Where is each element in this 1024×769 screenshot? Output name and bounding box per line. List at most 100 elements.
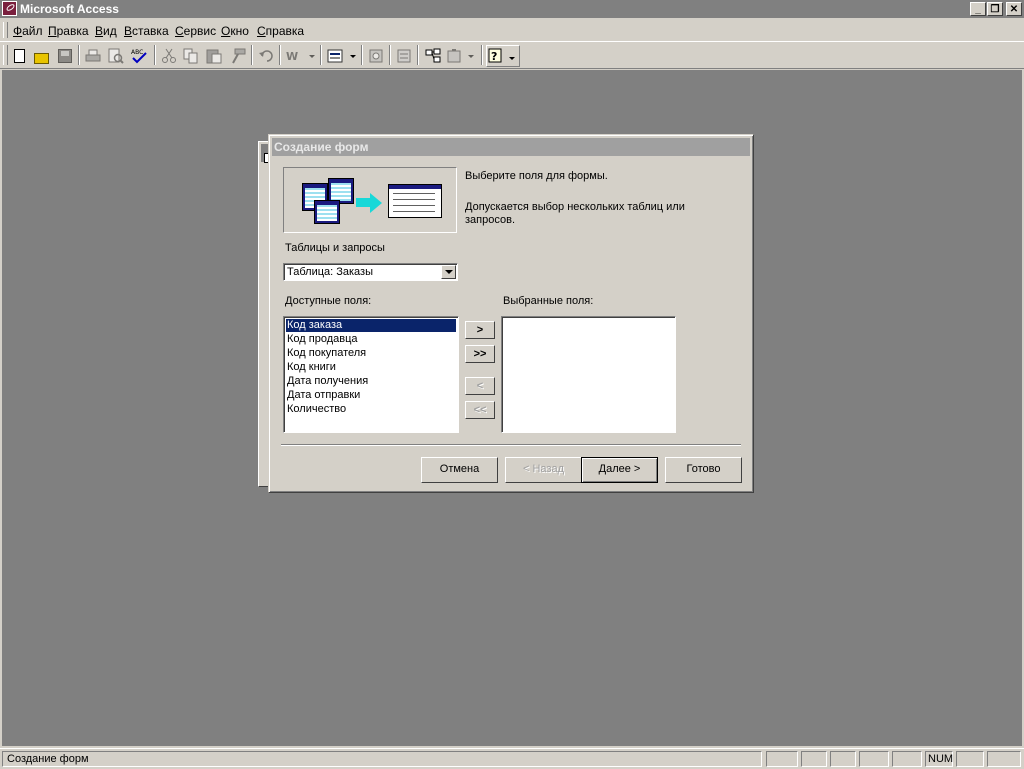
form-icon [388, 184, 442, 218]
menu-insert-label: ставка [132, 24, 169, 38]
menu-help[interactable]: Справка [257, 24, 304, 38]
status-panel [766, 751, 798, 767]
menu-tools-label: ервис [183, 24, 217, 38]
analyze-icon[interactable] [325, 45, 359, 67]
svg-text:ABC: ABC [131, 49, 143, 56]
menu-insert-accel: В [124, 24, 133, 38]
relationships-icon[interactable] [393, 45, 415, 67]
print-icon[interactable] [82, 45, 104, 67]
status-message: Создание форм [2, 751, 762, 767]
dialog-title-bar[interactable]: Создание форм [272, 138, 750, 156]
open-icon[interactable] [30, 45, 52, 67]
selected-fields-list[interactable] [501, 316, 676, 433]
save-icon[interactable] [54, 45, 76, 67]
toolbar-separator [78, 45, 80, 65]
format-painter-icon[interactable] [227, 45, 249, 67]
list-item[interactable]: Код книги [287, 361, 336, 374]
toolbar-separator [251, 45, 253, 65]
list-item[interactable]: Код заказа [286, 319, 456, 332]
menu-file-accel: Ф [13, 24, 23, 38]
help-icon[interactable]: ? [486, 45, 520, 67]
new-icon[interactable] [8, 45, 30, 67]
menu-view[interactable]: Вид [95, 24, 117, 38]
menu-window-label: кно [230, 24, 249, 38]
menu-insert[interactable]: Вставка [124, 24, 169, 38]
dialog-title: Создание форм [274, 140, 369, 154]
tables-combo-value: Таблица: Заказы [287, 266, 374, 278]
instruction-text: Выберите поля для формы. [465, 170, 608, 182]
back-button[interactable]: < Назад [505, 457, 582, 483]
arrow-head-icon [370, 193, 382, 213]
num-lock-indicator: NUM [925, 751, 953, 767]
tables-queries-combo[interactable]: Таблица: Заказы [283, 263, 458, 281]
menu-edit-label: равка [56, 24, 89, 38]
toolbar-separator [320, 45, 322, 65]
menu-tools[interactable]: Сервис [175, 24, 216, 38]
svg-text:W: W [286, 50, 298, 63]
list-item[interactable]: Код продавца [287, 333, 358, 346]
add-field-button[interactable]: > [465, 321, 495, 339]
remove-field-button[interactable]: < [465, 377, 495, 395]
status-bar: Создание форм NUM [0, 748, 1024, 769]
menu-edit-accel: П [48, 24, 57, 38]
menu-file-label: айл [22, 24, 43, 38]
form-wizard-dialog: Создание форм Выберите поля для формы. Д… [268, 134, 754, 493]
wizard-illustration [283, 167, 457, 233]
access-app-icon[interactable] [2, 1, 17, 16]
minimize-button[interactable]: _ [970, 2, 986, 16]
menu-view-accel: В [95, 24, 104, 38]
selected-fields-label: Выбранные поля: [503, 295, 594, 307]
status-panel [987, 751, 1021, 767]
available-fields-list[interactable]: Код заказа Код продавца Код покупателя К… [283, 316, 459, 433]
office-links-icon[interactable]: W [284, 45, 318, 67]
list-item[interactable]: Дата отправки [287, 389, 360, 402]
properties-icon[interactable] [365, 45, 387, 67]
available-fields-label: Доступные поля: [285, 295, 372, 307]
menu-edit[interactable]: Правка [48, 24, 89, 38]
new-object-icon[interactable] [445, 45, 479, 67]
restore-button[interactable]: ❐ [987, 2, 1003, 16]
combo-dropdown-arrow-icon[interactable] [441, 265, 456, 279]
list-item[interactable]: Количество [287, 403, 346, 416]
copy-icon[interactable] [180, 45, 202, 67]
print-preview-icon[interactable] [105, 45, 127, 67]
menu-view-label: ид [103, 24, 117, 38]
toolbar-separator [279, 45, 281, 65]
toolbar-separator [481, 45, 483, 65]
undo-icon[interactable] [255, 45, 277, 67]
menu-window-accel: О [221, 24, 231, 38]
table-icon [314, 200, 340, 224]
toolbar-separator [154, 45, 156, 65]
menu-help-label: правка [265, 24, 305, 38]
status-panel [801, 751, 827, 767]
remove-all-fields-button[interactable]: << [465, 401, 495, 419]
tables-label: Таблицы и запросы [285, 242, 385, 254]
menu-window[interactable]: Окно [221, 24, 249, 38]
database-toolbar: ABC W ? [0, 42, 1024, 69]
cancel-button[interactable]: Отмена [421, 457, 498, 483]
app-title-bar: Microsoft Access _ ❐ ✕ [0, 0, 1024, 18]
relationships-diagram-icon[interactable] [422, 45, 444, 67]
menu-file[interactable]: Файл [13, 24, 43, 38]
arrow-icon [356, 198, 370, 207]
toolbar-separator [389, 45, 391, 65]
menu-tools-accel: С [175, 24, 184, 38]
finish-button[interactable]: Готово [665, 457, 742, 483]
note-text: Допускается выбор нескольких таблиц или … [465, 201, 685, 226]
dialog-divider [281, 444, 741, 446]
add-all-fields-button[interactable]: >> [465, 345, 495, 363]
list-item[interactable]: Дата получения [287, 375, 368, 388]
toolbar-separator [361, 45, 363, 65]
window-title: Microsoft Access [20, 2, 119, 16]
spelling-icon[interactable]: ABC [128, 45, 150, 67]
cut-icon[interactable] [158, 45, 180, 67]
status-panel [859, 751, 889, 767]
close-button[interactable]: ✕ [1006, 2, 1022, 16]
list-item[interactable]: Код покупателя [287, 347, 366, 360]
next-button[interactable]: Далее > [581, 457, 658, 483]
paste-icon[interactable] [203, 45, 225, 67]
toolbar-separator [417, 45, 419, 65]
status-panel [892, 751, 922, 767]
svg-text:?: ? [491, 50, 497, 63]
menu-grip[interactable] [3, 22, 8, 38]
